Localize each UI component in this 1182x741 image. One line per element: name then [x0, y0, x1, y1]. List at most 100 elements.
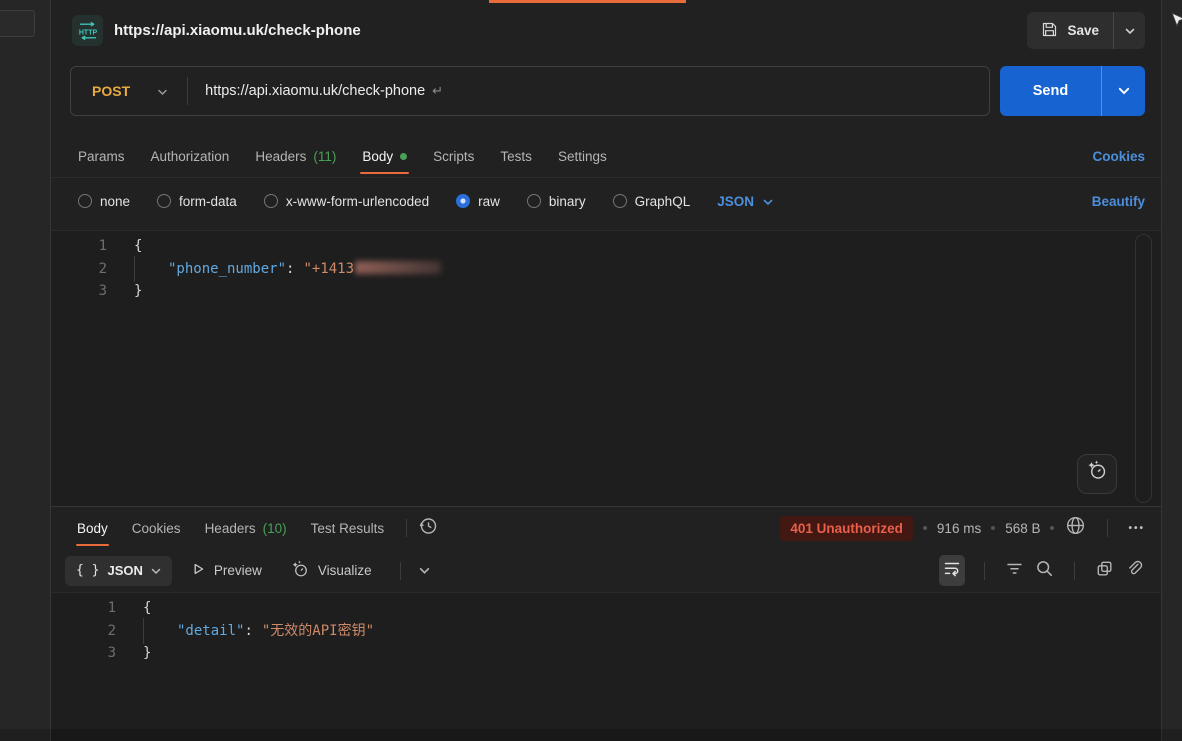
chevron-down-icon: [157, 83, 168, 99]
body-type-none[interactable]: none: [78, 194, 130, 209]
tab-label: Test Results: [311, 521, 385, 536]
json-key: "phone_number": [168, 261, 286, 277]
tab-label: Settings: [558, 149, 607, 164]
field-divider: [187, 77, 188, 105]
code-line: 1 {: [51, 597, 1161, 620]
history-clock-icon: [417, 515, 439, 542]
json-colon: :: [244, 623, 252, 639]
raw-language-selector[interactable]: JSON: [717, 194, 773, 209]
copy-button[interactable]: [1094, 558, 1115, 584]
response-tab-body[interactable]: Body: [65, 507, 120, 549]
wrap-text-button[interactable]: [939, 555, 965, 586]
body-type-raw[interactable]: raw: [456, 194, 500, 209]
search-icon: [1034, 558, 1055, 584]
tab-body[interactable]: Body: [349, 135, 420, 177]
save-options-button[interactable]: [1114, 12, 1145, 49]
code-line: 2 "phone_number":"+1413: [51, 258, 1161, 281]
status-badge[interactable]: 401 Unauthorized: [780, 516, 913, 541]
format-label: JSON: [107, 563, 142, 578]
tab-tests[interactable]: Tests: [487, 135, 545, 177]
code-line: 1 {: [51, 235, 1161, 258]
line-number: 2: [51, 258, 107, 281]
cookies-link[interactable]: Cookies: [1092, 149, 1145, 164]
url-input[interactable]: https://api.xiaomu.uk/check-phone: [205, 83, 425, 99]
code-line: 2 "detail":"无效的API密钥": [51, 620, 1161, 643]
tab-label: Cookies: [132, 521, 181, 536]
radio-icon: [527, 194, 541, 208]
link-button[interactable]: [1124, 558, 1145, 584]
line-number: 2: [51, 620, 116, 643]
json-colon: :: [286, 261, 294, 277]
visualize-label: Visualize: [318, 563, 372, 578]
response-size[interactable]: 568 B: [1005, 521, 1040, 536]
mouse-cursor: [1171, 12, 1182, 35]
search-button[interactable]: [1034, 558, 1055, 584]
chevron-down-icon: [419, 562, 430, 580]
request-body-editor[interactable]: 1 { 2 "phone_number":"+1413 3 }: [51, 231, 1161, 506]
chevron-down-icon: [151, 563, 161, 578]
tab-label: Params: [78, 149, 125, 164]
url-field: POST https://api.xiaomu.uk/check-phone ↵: [70, 66, 990, 116]
code-brace: {: [134, 238, 142, 254]
response-tab-cookies[interactable]: Cookies: [120, 507, 193, 549]
wrap-text-icon: [942, 558, 962, 583]
divider: [984, 562, 985, 580]
send-options-button[interactable]: [1101, 66, 1145, 116]
response-time[interactable]: 916 ms: [937, 521, 981, 536]
request-tabs: Params Authorization Headers (11) Body S…: [51, 135, 1161, 178]
response-tab-headers[interactable]: Headers (10): [193, 507, 299, 549]
right-gutter: [1161, 0, 1182, 741]
radio-icon: [264, 194, 278, 208]
network-info-button[interactable]: [1064, 514, 1087, 542]
editor-scrollbar[interactable]: [1135, 234, 1152, 503]
postbot-button[interactable]: [1077, 454, 1117, 494]
divider: [1107, 519, 1108, 537]
chevron-down-icon: [1125, 22, 1135, 40]
body-type-form-data[interactable]: form-data: [157, 194, 237, 209]
save-button[interactable]: Save: [1027, 12, 1114, 49]
tab-scripts[interactable]: Scripts: [420, 135, 487, 177]
beautify-link[interactable]: Beautify: [1092, 194, 1145, 209]
play-triangle-icon: [190, 561, 206, 580]
method-selector[interactable]: POST: [71, 67, 187, 115]
indent-guide: [134, 256, 135, 283]
collapse-toolbar-button[interactable]: [419, 562, 430, 580]
sidebar-collection-box[interactable]: [0, 10, 35, 37]
response-body-editor[interactable]: 1 { 2 "detail":"无效的API密钥" 3 }: [51, 593, 1161, 741]
filter-button[interactable]: [1004, 558, 1025, 584]
visualize-button[interactable]: Visualize: [280, 559, 382, 582]
preview-label: Preview: [214, 563, 262, 578]
headers-count: (11): [313, 149, 336, 164]
tab-label: Headers: [205, 521, 256, 536]
response-status-group: 401 Unauthorized 916 ms 568 B: [780, 514, 1145, 542]
radio-label: form-data: [179, 194, 237, 209]
divider: [400, 562, 401, 580]
body-type-urlencoded[interactable]: x-www-form-urlencoded: [264, 194, 429, 209]
raw-language-label: JSON: [717, 194, 754, 209]
tab-headers[interactable]: Headers (11): [242, 135, 349, 177]
globe-icon: [1064, 514, 1087, 542]
divider: [406, 519, 407, 537]
line-number: 1: [51, 235, 107, 258]
tab-label: Headers: [255, 149, 306, 164]
body-type-binary[interactable]: binary: [527, 194, 586, 209]
tab-authorization[interactable]: Authorization: [138, 135, 243, 177]
body-type-graphql[interactable]: GraphQL: [613, 194, 691, 209]
response-tab-test-results[interactable]: Test Results: [299, 507, 397, 549]
preview-button[interactable]: Preview: [180, 561, 272, 580]
url-builder-row: POST https://api.xiaomu.uk/check-phone ↵…: [51, 61, 1161, 127]
more-options-button[interactable]: •••: [1128, 523, 1145, 534]
response-format-selector[interactable]: { } JSON: [65, 556, 172, 586]
link-icon: [1124, 558, 1145, 584]
divider: [1074, 562, 1075, 580]
radio-icon: [157, 194, 171, 208]
send-button[interactable]: Send: [1000, 66, 1101, 116]
response-history-button[interactable]: [417, 515, 439, 542]
tab-params[interactable]: Params: [65, 135, 138, 177]
method-label: POST: [92, 83, 130, 99]
tab-settings[interactable]: Settings: [545, 135, 620, 177]
code-brace: }: [143, 645, 151, 661]
save-button-label: Save: [1067, 23, 1099, 38]
chevron-down-icon: [1118, 82, 1130, 100]
separator-dot: [1050, 526, 1054, 530]
